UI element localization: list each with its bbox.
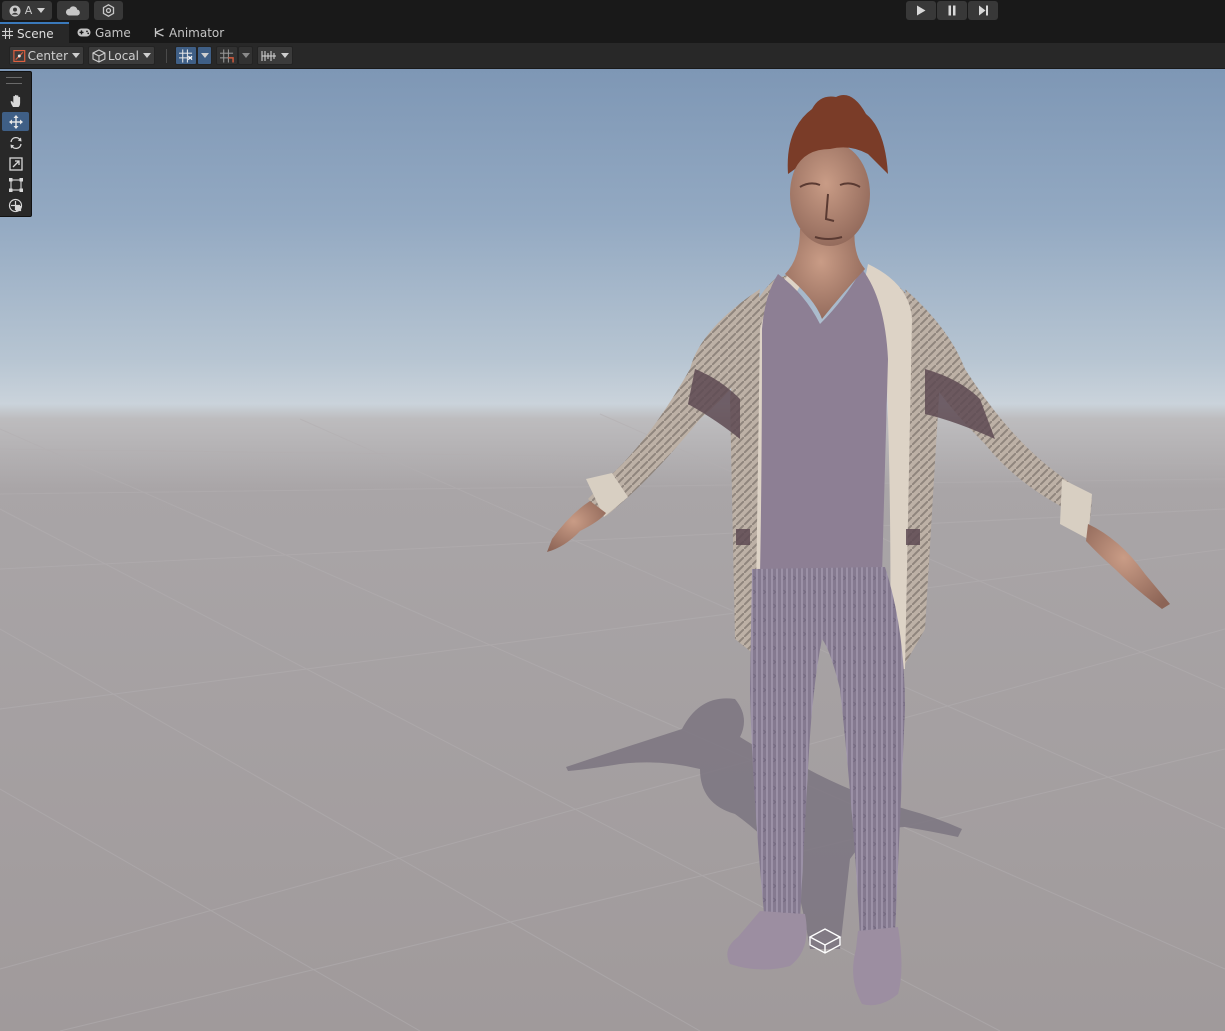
grid-snapping-dropdown[interactable] — [197, 46, 212, 65]
rulers-dropdown[interactable] — [257, 46, 293, 65]
grid-snap-icon — [179, 48, 193, 63]
tools-overlay — [0, 71, 32, 217]
chevron-down-icon — [37, 8, 46, 13]
scene-toolbar: Center Local — [0, 43, 1225, 69]
grid-snapping-toggle[interactable] — [175, 46, 197, 65]
tab-scene[interactable]: Scene — [0, 22, 69, 43]
grid-icon — [2, 28, 13, 39]
hand-tool-button[interactable] — [2, 91, 29, 110]
left-shoe — [727, 911, 807, 970]
chevron-down-icon — [281, 53, 289, 58]
window-tab-bar: Scene Game Animator — [0, 22, 1225, 43]
pause-button[interactable] — [937, 1, 967, 20]
account-icon — [9, 5, 21, 16]
scene-render — [0, 95, 1225, 1031]
play-button[interactable] — [906, 1, 936, 20]
pivot-mode-label: Center — [27, 48, 68, 63]
playmode-controls — [906, 1, 998, 20]
services-button[interactable] — [94, 1, 123, 20]
pause-icon — [948, 5, 956, 16]
drag-handle[interactable] — [6, 77, 22, 84]
hand-icon — [10, 94, 20, 107]
cloud-button[interactable] — [57, 1, 89, 20]
pivot-rotation-dropdown[interactable]: Local — [88, 46, 155, 65]
gamepad-icon — [77, 28, 91, 37]
move-tool-button[interactable] — [2, 112, 29, 131]
step-button[interactable] — [968, 1, 998, 20]
increment-snap-toggle[interactable] — [216, 46, 238, 65]
step-icon — [978, 5, 988, 16]
pivot-rotation-label: Local — [107, 48, 139, 63]
right-hand — [1086, 524, 1170, 609]
transform-tool-button[interactable] — [2, 196, 29, 215]
cube-icon — [92, 48, 106, 63]
ruler-icon — [261, 50, 276, 61]
tab-animator-label: Animator — [169, 25, 225, 40]
chevron-down-icon — [200, 53, 209, 58]
rect-transform-icon — [8, 177, 23, 192]
right-cuff — [1060, 479, 1092, 539]
scene-viewport[interactable] — [0, 69, 1225, 1031]
cloud-icon — [65, 5, 80, 15]
move-icon — [8, 114, 23, 129]
account-label: A — [24, 4, 33, 17]
right-shoe — [853, 927, 902, 1006]
rotate-icon — [9, 136, 22, 149]
tab-game[interactable]: Game — [77, 22, 131, 43]
tab-game-label: Game — [95, 25, 131, 40]
increment-snap-icon — [220, 48, 234, 63]
pivot-center-icon — [13, 49, 26, 62]
animator-icon — [154, 28, 164, 37]
chevron-down-icon — [143, 53, 151, 58]
tab-animator[interactable]: Animator — [154, 22, 224, 43]
rect-tool-button[interactable] — [2, 175, 29, 194]
left-hand — [547, 501, 606, 552]
chevron-down-icon — [241, 53, 250, 58]
scale-tool-button[interactable] — [2, 154, 29, 173]
rotate-tool-button[interactable] — [2, 133, 29, 152]
tab-scene-label: Scene — [17, 26, 54, 41]
scale-icon — [8, 156, 23, 171]
services-icon — [102, 4, 115, 17]
pivot-mode-dropdown[interactable]: Center — [9, 46, 84, 65]
play-icon — [917, 5, 926, 16]
main-toolbar: A — [0, 0, 1225, 22]
increment-snap-dropdown[interactable] — [238, 46, 253, 65]
account-dropdown[interactable]: A — [2, 1, 52, 20]
transform-icon — [8, 198, 23, 213]
toolbar-separator — [166, 49, 167, 63]
chevron-down-icon — [72, 53, 80, 58]
